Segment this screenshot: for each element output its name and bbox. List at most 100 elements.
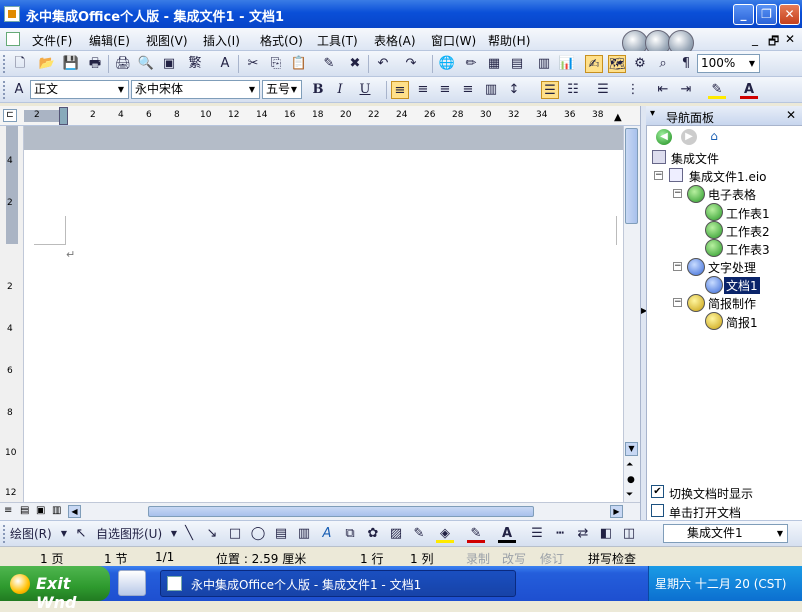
doc-minimize-button[interactable]: _ <box>752 32 758 46</box>
line-spacing-icon[interactable]: ↕ <box>505 81 523 99</box>
tab-stop-icon[interactable]: ⊏ <box>3 109 17 122</box>
scroll-down-icon[interactable]: ▼ <box>625 442 638 456</box>
oval-icon[interactable]: ◯ <box>249 525 267 543</box>
web-view-icon[interactable]: ▤ <box>20 505 29 516</box>
vertical-scrollbar[interactable]: ▼ ⏶ ● ⏷ <box>623 126 640 502</box>
font-select[interactable]: 永中宋体 ▼ <box>131 80 260 99</box>
toolbar-grip[interactable] <box>3 81 6 99</box>
chevron-down-icon[interactable]: ▼ <box>114 81 128 98</box>
3d-icon[interactable]: ◫ <box>620 525 638 543</box>
expand-icon[interactable]: − <box>673 189 682 198</box>
indent-marker[interactable] <box>59 107 68 125</box>
drawing-icon[interactable]: ✍ <box>585 55 603 73</box>
edit-icon[interactable]: ✏ <box>462 55 480 73</box>
traditional-icon[interactable]: 繁 <box>186 55 204 73</box>
copy-icon[interactable]: ⎘ <box>267 55 285 73</box>
doc-close-button[interactable]: ✕ <box>785 32 795 46</box>
doc-restore-button[interactable]: 🗗 <box>768 32 779 53</box>
page-view-icon[interactable]: ▣ <box>36 505 45 516</box>
menu-format[interactable]: 格式(O) <box>260 32 303 49</box>
normal-view-icon[interactable]: ≡ <box>4 505 12 516</box>
integrated-file-select[interactable]: 集成文件1 ▼ <box>663 524 788 543</box>
permission-icon[interactable]: 🖶 <box>86 55 104 73</box>
forward-icon[interactable]: ▶ <box>681 129 697 145</box>
menu-table[interactable]: 表格(A) <box>374 32 416 49</box>
textbox-icon[interactable]: ▤ <box>272 525 290 543</box>
shadow-icon[interactable]: ◧ <box>597 525 615 543</box>
document-menu-icon[interactable] <box>6 32 20 46</box>
clipart-icon[interactable]: ✿ <box>364 525 382 543</box>
find-icon[interactable]: ⌕ <box>654 55 672 73</box>
title-bar[interactable]: 永中集成Office个人版 - 集成文件1 - 文档1 _ ❐ ✕ <box>0 0 802 28</box>
restore-button[interactable]: ❐ <box>756 4 777 25</box>
style-icon[interactable]: A <box>10 81 28 99</box>
chevron-down-icon[interactable]: ▼ <box>287 81 301 98</box>
select-objects-icon[interactable]: ↖ <box>72 525 90 543</box>
chart-icon[interactable]: 📊 <box>558 55 576 73</box>
zoom-select[interactable]: 100% ▼ <box>697 54 760 73</box>
hyperlink-icon[interactable]: 🌐 <box>438 55 456 73</box>
menu-file[interactable]: 文件(F) <box>32 32 72 49</box>
fill-color-icon[interactable]: ◈ <box>436 525 454 543</box>
document-page[interactable]: ↵ <box>24 126 623 502</box>
tree-item-sheet1[interactable]: 工作表1 <box>726 205 770 222</box>
paragraph-icon[interactable]: ☰ <box>541 81 559 99</box>
tree-group-spreadsheet[interactable]: 电子表格 <box>708 186 756 203</box>
menu-view[interactable]: 视图(V) <box>146 32 188 49</box>
highlight-icon[interactable]: ✎ <box>708 81 726 99</box>
print-icon[interactable]: 🖨 <box>114 55 132 73</box>
decrease-indent-icon[interactable]: ⇤ <box>654 81 672 99</box>
minimize-button[interactable]: _ <box>733 4 754 25</box>
menu-edit[interactable]: 编辑(E) <box>89 32 130 49</box>
increase-indent-icon[interactable]: ⇥ <box>677 81 695 99</box>
start-button[interactable]: Exit Wnd <box>0 566 110 612</box>
horizontal-ruler[interactable]: ⊏ 2 2 4 6 8 10 12 14 16 18 20 22 24 26 2… <box>0 106 645 126</box>
line-icon[interactable]: ╲ <box>180 525 198 543</box>
font-color-icon[interactable]: A <box>740 81 758 99</box>
chevron-down-icon[interactable]: ▼ <box>773 525 787 542</box>
print-preview-icon[interactable]: 🔍 <box>137 55 155 73</box>
show-marks-icon[interactable]: ¶ <box>677 55 695 73</box>
clear-format-icon[interactable]: ✖ <box>346 55 364 73</box>
status-record[interactable]: 录制 <box>466 550 490 567</box>
table-icon[interactable]: ▦ <box>485 55 503 73</box>
next-page-icon[interactable]: ⏷ <box>626 490 633 500</box>
expand-icon[interactable]: − <box>673 262 682 271</box>
show-on-switch-checkbox[interactable]: ✔ <box>651 485 664 498</box>
dash-style-icon[interactable]: ┅ <box>551 525 569 543</box>
back-icon[interactable]: ◀ <box>656 129 672 145</box>
scroll-thumb[interactable] <box>625 128 638 224</box>
line-style-icon[interactable]: ☰ <box>528 525 546 543</box>
picture-icon[interactable]: ▨ <box>387 525 405 543</box>
prev-page-icon[interactable]: ⏶ <box>626 460 633 470</box>
right-indent-marker[interactable]: ▲ <box>614 112 622 123</box>
justify-icon[interactable]: ≡ <box>391 81 409 99</box>
task-button[interactable]: 永中集成Office个人版 - 集成文件1 - 文档1 <box>160 570 516 597</box>
menu-insert[interactable]: 插入(I) <box>203 32 240 49</box>
expand-icon[interactable]: − <box>673 298 682 307</box>
panel-close-button[interactable]: ✕ <box>786 108 796 122</box>
scroll-right-icon[interactable]: ▶ <box>610 505 623 518</box>
insert-sheet-icon[interactable]: ▤ <box>508 55 526 73</box>
menu-tools[interactable]: 工具(T) <box>317 32 358 49</box>
edit-picture-icon[interactable]: ✎ <box>410 525 428 543</box>
save-icon[interactable]: 💾 <box>62 55 80 73</box>
undo-icon[interactable]: ↶ <box>374 55 392 73</box>
tree-item-sheet2[interactable]: 工作表2 <box>726 223 770 240</box>
numbering-icon[interactable]: ☷ <box>564 81 582 99</box>
draw-menu-button[interactable]: 绘图(R) <box>10 525 52 543</box>
format-brush-icon[interactable]: ✎ <box>320 55 338 73</box>
distribute-icon[interactable]: ▥ <box>482 81 500 99</box>
style-select[interactable]: 正文 ▼ <box>30 80 129 99</box>
document-map-icon[interactable]: 🗺 <box>608 55 626 73</box>
autoshapes-button[interactable]: 自选图形(U) <box>96 525 162 543</box>
size-select[interactable]: 五号 ▼ <box>262 80 302 99</box>
paste-icon[interactable]: 📋 <box>290 55 308 73</box>
bullets-icon[interactable]: ☰ <box>594 81 612 99</box>
browse-object-icon[interactable]: ● <box>627 475 635 485</box>
wordart-icon[interactable]: A <box>318 525 336 543</box>
expand-icon[interactable]: − <box>654 171 663 180</box>
rectangle-icon[interactable]: □ <box>226 525 244 543</box>
home-icon[interactable]: ⌂ <box>706 129 722 145</box>
tree-item-doc1[interactable]: 文档1 <box>724 277 760 294</box>
